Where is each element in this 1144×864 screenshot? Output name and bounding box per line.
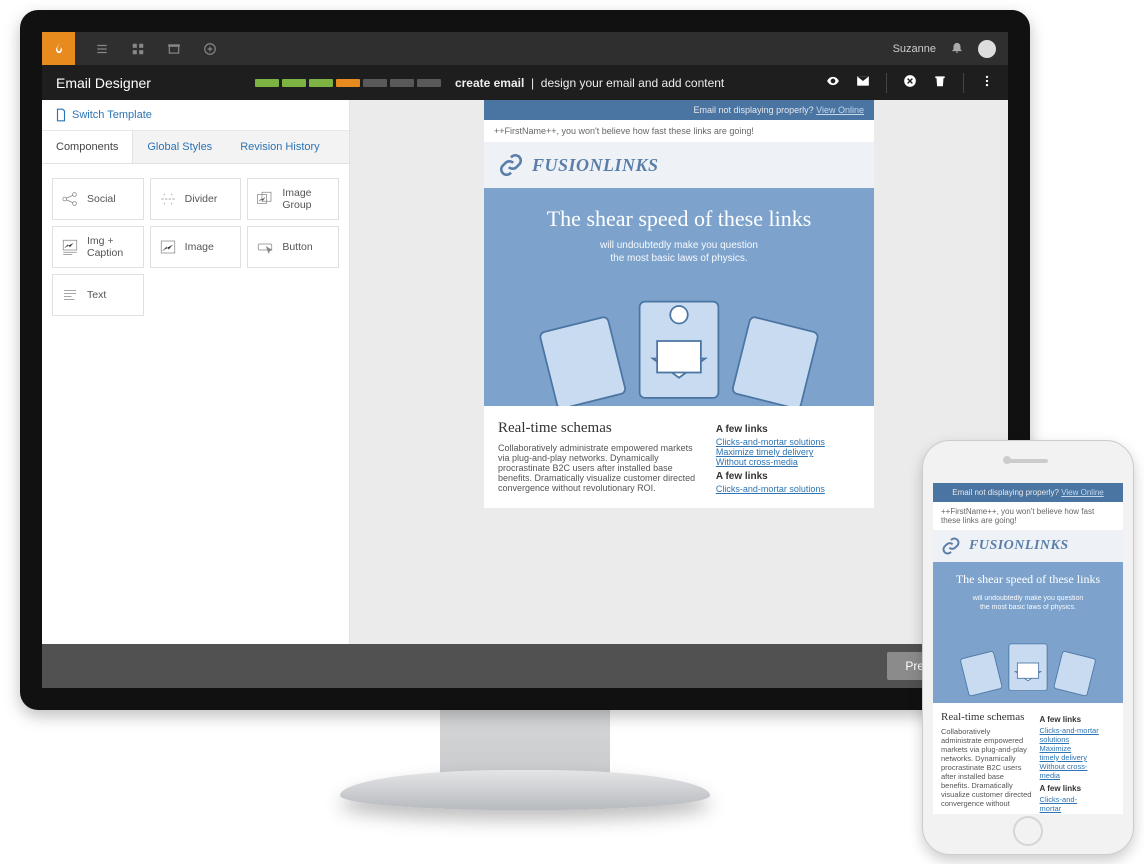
component-social[interactable]: Social (52, 178, 144, 220)
tab-global-styles[interactable]: Global Styles (133, 131, 226, 163)
menu-icon[interactable] (93, 40, 111, 58)
email-hero: The shear speed of these links will undo… (484, 188, 874, 406)
button-icon (256, 238, 274, 256)
phone-email-body: Real-time schemas Collaboratively admini… (933, 703, 1123, 814)
add-icon[interactable] (201, 40, 219, 58)
side-link[interactable]: Clicks-and-mortar solutions (716, 484, 860, 494)
screen: Suzanne Email Designer create email | de… (42, 32, 1008, 688)
social-icon (61, 190, 79, 208)
image-icon (159, 238, 177, 256)
titlebar: Email Designer create email | design you… (42, 65, 1008, 100)
img-caption-icon (61, 238, 79, 256)
bell-icon[interactable] (950, 40, 964, 57)
phone-home-button (1013, 816, 1043, 846)
trash-icon[interactable] (933, 74, 947, 91)
phone-email-preheader: ++FirstName++, you won't believe how fas… (933, 502, 1123, 530)
avatar[interactable] (978, 40, 996, 58)
side-link[interactable]: Without cross-media (1040, 762, 1115, 780)
archive-icon[interactable] (165, 40, 183, 58)
link-icon (498, 152, 524, 178)
phone-email-brand: FUSIONLINKS (933, 530, 1123, 562)
side-link[interactable]: Maximizetimely delivery (1040, 744, 1115, 762)
side-link[interactable]: Maximize timely delivery (716, 447, 860, 457)
monitor-stand-base (340, 770, 710, 810)
step-desc: design your email and add content (541, 76, 724, 90)
phone-frame: Email not displaying properly? View Onli… (922, 440, 1134, 855)
monitor-frame: Suzanne Email Designer create email | de… (20, 10, 1030, 710)
hero-heading: The shear speed of these links (504, 206, 854, 232)
email-sidebar-links: A few links Clicks-and-mortar solutions … (716, 420, 860, 494)
tab-revision-history[interactable]: Revision History (226, 131, 333, 163)
side-link[interactable]: Clicks-and-mortarsolutions (1040, 726, 1115, 744)
side-link[interactable]: Without cross-media (716, 457, 860, 467)
text-icon (61, 286, 79, 304)
document-icon (54, 108, 68, 122)
phone-email-banner: Email not displaying properly? View Onli… (933, 483, 1123, 502)
email-preview[interactable]: Email not displaying properly? View Onli… (484, 100, 874, 508)
components-grid: Social Divider Image Group Img + Caption (42, 164, 349, 330)
component-image-group[interactable]: Image Group (247, 178, 339, 220)
component-button[interactable]: Button (247, 226, 339, 268)
send-icon[interactable] (856, 74, 870, 91)
topbar: Suzanne (42, 32, 1008, 65)
email-body: Real-time schemas Collaboratively admini… (484, 406, 874, 508)
component-img-caption[interactable]: Img + Caption (52, 226, 144, 268)
tab-components[interactable]: Components (42, 131, 133, 163)
sidebar-tabs: Components Global Styles Revision Histor… (42, 131, 349, 164)
hero-illustration (504, 276, 854, 406)
app-logo[interactable] (42, 32, 75, 65)
step-label: create email | design your email and add… (455, 76, 724, 90)
footer-bar: Previous (42, 644, 1008, 688)
phone-email-hero: The shear speed of these links will undo… (933, 562, 1123, 703)
switch-template-link[interactable]: Switch Template (42, 100, 349, 131)
main: Switch Template Components Global Styles… (42, 100, 1008, 644)
sidebar: Switch Template Components Global Styles… (42, 100, 350, 644)
article-text: Collaboratively administrate empowered m… (498, 443, 700, 493)
link-icon (941, 536, 961, 556)
article-heading: Real-time schemas (498, 420, 700, 437)
view-online-link[interactable]: View Online (1061, 488, 1104, 497)
image-group-icon (256, 190, 274, 208)
divider-icon (159, 190, 177, 208)
page-title: Email Designer (56, 75, 151, 91)
phone-screen: Email not displaying properly? View Onli… (933, 483, 1123, 814)
side-link[interactable]: Clicks-and-mortar solutions (716, 437, 860, 447)
flame-icon (52, 42, 66, 56)
user-name[interactable]: Suzanne (893, 43, 936, 55)
hero-illustration (943, 623, 1113, 703)
component-image[interactable]: Image (150, 226, 242, 268)
email-preheader: ++FirstName++, you won't believe how fas… (484, 120, 874, 142)
view-online-link[interactable]: View Online (816, 105, 864, 115)
preview-icon[interactable] (826, 74, 840, 91)
email-brand: FUSIONLINKS (484, 142, 874, 188)
email-article: Real-time schemas Collaboratively admini… (498, 420, 700, 494)
dashboard-icon[interactable] (129, 40, 147, 58)
side-link[interactable]: Clicks-and-mortar (1040, 795, 1115, 813)
component-text[interactable]: Text (52, 274, 144, 316)
step-name: create email (455, 76, 524, 90)
component-divider[interactable]: Divider (150, 178, 242, 220)
email-banner: Email not displaying properly? View Onli… (484, 100, 874, 120)
more-icon[interactable] (980, 74, 994, 91)
progress-steps (255, 79, 441, 87)
canvas: Email not displaying properly? View Onli… (350, 100, 1008, 644)
close-icon[interactable] (903, 74, 917, 91)
